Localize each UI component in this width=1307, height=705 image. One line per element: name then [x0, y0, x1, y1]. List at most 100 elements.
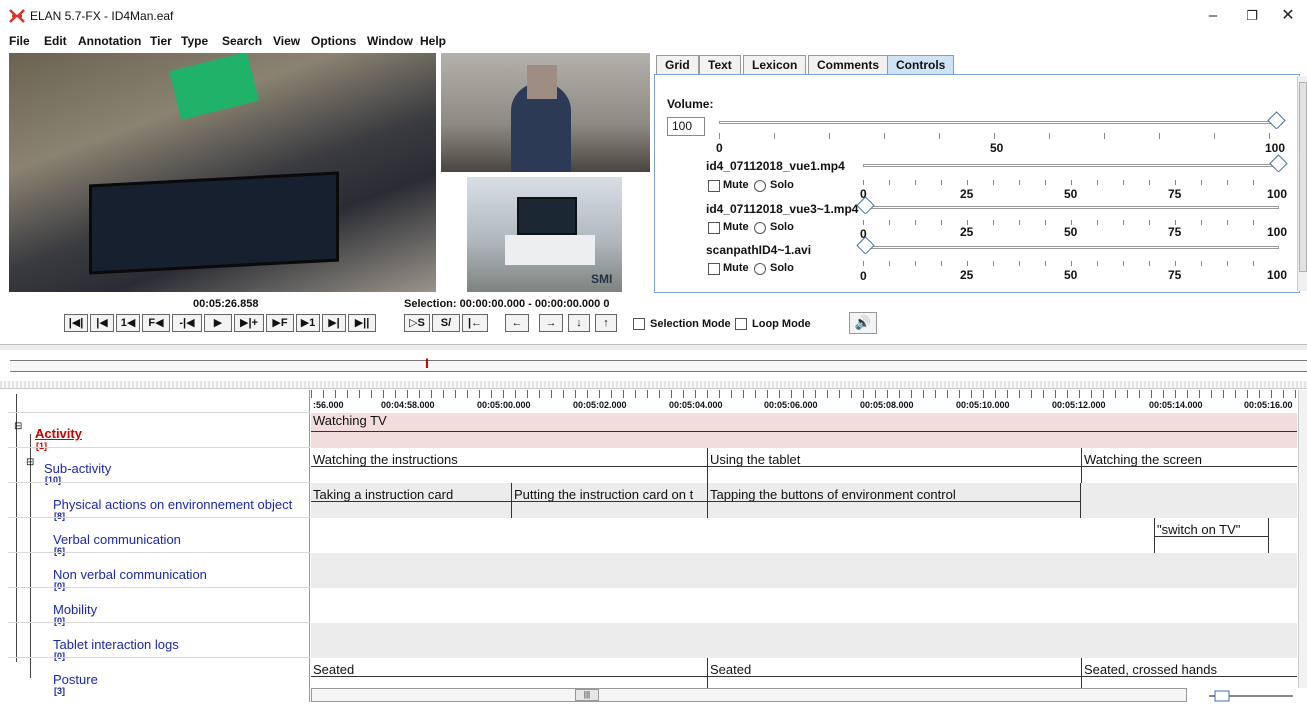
- overview-timeline[interactable]: [10, 360, 1307, 372]
- elan-logo-icon: [9, 9, 25, 23]
- tab-comments[interactable]: Comments: [808, 55, 889, 75]
- mute-checkbox-3[interactable]: [708, 263, 720, 275]
- video-player-main[interactable]: [9, 53, 436, 292]
- minimize-button[interactable]: –: [1195, 4, 1231, 28]
- tier-band-posture[interactable]: Seated Seated Seated, crossed hands: [311, 658, 1297, 688]
- track-slider-1[interactable]: [863, 164, 1279, 167]
- play-selection-button[interactable]: ▷S: [404, 314, 430, 332]
- tier-band-physical-actions[interactable]: Taking a instruction card Putting the in…: [311, 483, 1297, 518]
- splitter-top[interactable]: [0, 344, 1307, 350]
- solo-radio-1[interactable]: [754, 180, 766, 192]
- annotation[interactable]: Watching the instructions: [311, 448, 707, 483]
- menu-window[interactable]: Window: [367, 34, 413, 48]
- annotation-line: [311, 431, 1297, 432]
- selection-begin-button[interactable]: |←: [462, 314, 488, 332]
- tier-row-activity[interactable]: ⊟ Activity [1]: [8, 412, 310, 451]
- annotation[interactable]: Seated: [707, 658, 1081, 688]
- loop-mode-checkbox[interactable]: [735, 318, 747, 330]
- next-second-button[interactable]: ▶1: [296, 314, 320, 332]
- tab-lexicon[interactable]: Lexicon: [743, 55, 807, 75]
- video-player-room[interactable]: [441, 53, 650, 172]
- selection-mode-checkbox[interactable]: [633, 318, 645, 330]
- annotation[interactable]: Using the tablet: [707, 448, 1081, 483]
- tab-text[interactable]: Text: [699, 55, 741, 75]
- track-slider-3[interactable]: [863, 246, 1279, 249]
- maximize-button[interactable]: ❐: [1234, 4, 1270, 28]
- speaker-icon[interactable]: 🔊: [849, 312, 877, 334]
- tier-row-tablet-logs[interactable]: Tablet interaction logs [0]: [8, 622, 310, 661]
- controls-scrollbar[interactable]: [1297, 76, 1307, 291]
- menu-annotation[interactable]: Annotation: [78, 34, 141, 48]
- next-annotation-button[interactable]: →: [539, 314, 563, 332]
- tab-controls[interactable]: Controls: [887, 55, 955, 75]
- tier-row-physical-actions[interactable]: Physical actions on environnement object…: [8, 482, 310, 521]
- volume-input[interactable]: 100: [667, 117, 705, 136]
- clear-selection-button[interactable]: S/: [432, 314, 460, 332]
- tier-row-mobility[interactable]: Mobility [0]: [8, 587, 310, 626]
- annotation-text: Taking a instruction card: [313, 487, 454, 502]
- menu-tier[interactable]: Tier: [150, 34, 172, 48]
- annotation-text: "switch on TV": [1157, 522, 1241, 537]
- mute-checkbox-1[interactable]: [708, 180, 720, 192]
- previous-second-button[interactable]: 1◀: [116, 314, 140, 332]
- tier-band-activity[interactable]: Watching TV: [311, 413, 1297, 448]
- tier-row-posture[interactable]: Posture [3]: [8, 657, 310, 696]
- annotation-above-button[interactable]: ↑: [595, 314, 617, 332]
- tier-band-non-verbal-communication[interactable]: [311, 553, 1297, 588]
- annotation[interactable]: Taking a instruction card: [311, 483, 511, 518]
- menu-edit[interactable]: Edit: [44, 34, 67, 48]
- menu-file[interactable]: File: [9, 34, 30, 48]
- tab-grid[interactable]: Grid: [656, 55, 699, 75]
- annotation[interactable]: "switch on TV": [1154, 518, 1269, 553]
- horizontal-scroll-thumb[interactable]: |||: [575, 689, 599, 701]
- tier-band-verbal-communication[interactable]: "switch on TV": [311, 518, 1297, 553]
- tier-row-sub-activity[interactable]: ⊟ Sub-activity [10]: [8, 447, 310, 485]
- menu-options[interactable]: Options: [311, 34, 356, 48]
- solo-radio-3[interactable]: [754, 263, 766, 275]
- solo-radio-2[interactable]: [754, 222, 766, 234]
- close-button[interactable]: ✕: [1270, 4, 1306, 28]
- annotation-below-button[interactable]: ↓: [568, 314, 590, 332]
- splitter-bottom[interactable]: [0, 381, 1307, 389]
- previous-frame-button[interactable]: F◀: [142, 314, 170, 332]
- ruler-label: 00:05:06.000: [764, 400, 818, 410]
- annotation[interactable]: Seated, crossed hands: [1081, 658, 1297, 688]
- previous-pixel-button[interactable]: -|◀: [172, 314, 202, 332]
- horizontal-scrollbar[interactable]: [311, 688, 1187, 702]
- menu-view[interactable]: View: [273, 34, 300, 48]
- master-volume-slider[interactable]: [719, 121, 1283, 124]
- video-player-scanpath[interactable]: SMI: [467, 177, 622, 292]
- collapse-icon[interactable]: ⊟: [14, 421, 22, 432]
- collapse-icon[interactable]: ⊟: [26, 457, 34, 468]
- tier-row-non-verbal-communication[interactable]: Non verbal communication [0]: [8, 552, 310, 591]
- time-ruler[interactable]: :56.000 00:04:58.000 00:05:00.000 00:05:…: [311, 390, 1297, 414]
- annotation[interactable]: Seated: [311, 658, 707, 688]
- next-pixel-button[interactable]: ▶|+: [234, 314, 264, 332]
- vertical-scrollbar[interactable]: [1298, 390, 1307, 688]
- menu-type[interactable]: Type: [181, 34, 208, 48]
- go-to-end-button[interactable]: ▶||: [348, 314, 376, 332]
- previous-frame-set-button[interactable]: |◀: [90, 314, 114, 332]
- menu-help[interactable]: Help: [420, 34, 446, 48]
- solo-label-2: Solo: [770, 221, 794, 233]
- tier-name-panel: ⊟ Activity [1] ⊟ Sub-activity [10] Physi…: [8, 390, 310, 702]
- track-slider-2[interactable]: [863, 206, 1279, 209]
- track-name-3: scanpathID4~1.avi: [706, 243, 812, 257]
- master-scale-50: 50: [990, 141, 1004, 155]
- go-to-begin-button[interactable]: |◀|: [64, 314, 88, 332]
- tier-band-mobility[interactable]: [311, 588, 1297, 623]
- annotation[interactable]: Watching TV: [311, 413, 1297, 448]
- previous-annotation-button[interactable]: ←: [505, 314, 529, 332]
- zoom-slider[interactable]: [1205, 690, 1297, 702]
- tier-row-verbal-communication[interactable]: Verbal communication [6]: [8, 517, 310, 556]
- mute-checkbox-2[interactable]: [708, 222, 720, 234]
- annotation[interactable]: Tapping the buttons of environment contr…: [707, 483, 1081, 518]
- annotation[interactable]: Watching the screen: [1081, 448, 1297, 483]
- menu-search[interactable]: Search: [222, 34, 262, 48]
- tier-band-tablet-logs[interactable]: [311, 623, 1297, 658]
- next-frame-set-button[interactable]: ▶|: [322, 314, 346, 332]
- tier-band-sub-activity[interactable]: Watching the instructions Using the tabl…: [311, 448, 1297, 483]
- play-button[interactable]: ▶: [204, 314, 232, 332]
- next-frame-button[interactable]: ▶F: [266, 314, 294, 332]
- annotation[interactable]: Putting the instruction card on t: [511, 483, 707, 518]
